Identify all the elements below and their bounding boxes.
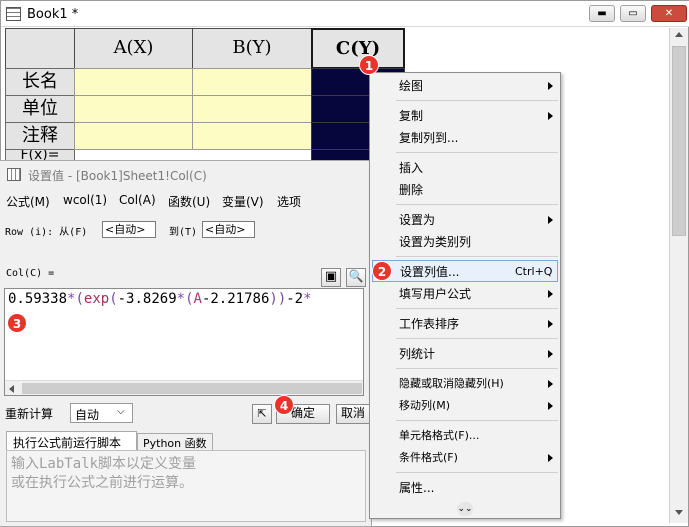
row-to-input[interactable]: <自动> (202, 221, 255, 238)
step-badge-4: 4 (274, 395, 294, 415)
submenu-arrow-icon (548, 290, 553, 298)
menu-options[interactable]: 选项 (277, 193, 301, 210)
formula-token: )) (269, 291, 287, 307)
submenu-arrow-icon (548, 82, 553, 90)
book-title: Book1 * (27, 7, 79, 22)
menu-item-copy-columns-to[interactable]: 复制列到... (370, 127, 560, 149)
menu-item-hide-unhide-columns[interactable]: 隐藏或取消隐藏列(H) (370, 373, 560, 395)
menu-item-plot[interactable]: 绘图 (370, 75, 560, 97)
recalc-label: 重新计算 (5, 407, 54, 421)
formula-token: exp (83, 291, 110, 307)
menu-item-sort-worksheet[interactable]: 工作表排序 (370, 313, 560, 335)
menu-wcol[interactable]: wcol(1) (63, 193, 107, 207)
row-to-label: 到(T) (169, 227, 198, 238)
menu-item-set-as[interactable]: 设置为 (370, 209, 560, 231)
cell-a-longname[interactable] (74, 68, 193, 96)
submenu-arrow-icon (548, 216, 553, 224)
script-placeholder-line1: 输入LabTalk脚本以定义变量 (11, 456, 197, 472)
recalc-select[interactable]: 自动 ⌵ (70, 403, 133, 423)
menu-item-move-column[interactable]: 移动列(M) (370, 395, 560, 417)
menu-col[interactable]: Col(A) (119, 193, 156, 207)
search-icon[interactable]: 🔍 (346, 268, 366, 287)
menu-item-set-as-categorical[interactable]: 设置为类别列 (370, 231, 560, 253)
scroll-down-arrow-icon[interactable] (675, 510, 683, 515)
submenu-arrow-icon (548, 350, 553, 358)
column-header-c[interactable]: C(Y) (311, 28, 405, 69)
formula-editor[interactable]: 0.59338*(exp(-3.8269*(A-2.21786))-2* (4, 288, 364, 396)
worksheet-icon (6, 7, 21, 21)
menu-item-cell-format[interactable]: 单元格格式(F)... (370, 425, 560, 447)
row-from-input[interactable]: <自动> (102, 221, 156, 238)
column-context-menu: 绘图 复制 复制列到... 插入 删除 设置为 设置为类别列 设置列值... Ct… (369, 72, 561, 519)
dialog-icon (7, 168, 21, 181)
row-from-label: Row (i): 从(F) (5, 227, 88, 238)
formula-token: -2.21786 (201, 291, 270, 307)
step-badge-3: 3 (7, 313, 27, 333)
formula-token: ( (75, 291, 84, 307)
submenu-arrow-icon (548, 320, 553, 328)
set-values-dialog: 设置值 - [Book1]Sheet1!Col(C) 公式(M) wcol(1)… (0, 160, 376, 527)
minimize-button[interactable]: ▬ (589, 5, 615, 22)
row-label-comments[interactable]: 注释 (5, 122, 75, 150)
cell-b-longname[interactable] (192, 68, 312, 96)
scroll-left-arrow-icon[interactable] (9, 385, 14, 393)
close-button[interactable]: ✕ (651, 5, 687, 22)
book-title-bar[interactable]: Book1 * ▬ ▭ ✕ (1, 1, 689, 27)
chevron-down-icon: ⌵ (117, 406, 125, 417)
formula-token: -2 (286, 291, 304, 307)
column-header-b[interactable]: B(Y) (192, 28, 312, 69)
cell-a-units[interactable] (74, 95, 193, 123)
formula-token: * (176, 291, 186, 307)
formula-token: * (303, 291, 312, 307)
submenu-arrow-icon (548, 112, 553, 120)
menu-item-insert[interactable]: 插入 (370, 157, 560, 179)
menu-item-column-statistics[interactable]: 列统计 (370, 343, 560, 365)
row-label-units[interactable]: 单位 (5, 95, 75, 123)
step-badge-2: 2 (372, 261, 392, 281)
menu-variables[interactable]: 变量(V) (222, 193, 264, 210)
apply-icon-button[interactable]: ⇱ (252, 404, 272, 424)
cell-b-units[interactable] (192, 95, 312, 123)
formula-token: ( (185, 291, 194, 307)
menu-item-conditional-format[interactable]: 条件格式(F) (370, 447, 560, 469)
tab-python-functions[interactable]: Python 函数 (137, 433, 213, 451)
recalc-value: 自动 (75, 408, 100, 422)
dialog-title: 设置值 - [Book1]Sheet1!Col(C) (28, 169, 207, 183)
menu-item-copy[interactable]: 复制 (370, 105, 560, 127)
save-icon[interactable]: ▣ (321, 268, 341, 287)
scroll-thumb[interactable] (672, 46, 686, 236)
menu-item-fill-user-formula[interactable]: 填写用户公式 (370, 283, 560, 305)
cell-b-comments[interactable] (192, 122, 312, 150)
scroll-up-arrow-icon[interactable] (675, 32, 683, 37)
hscroll-thumb[interactable] (22, 383, 362, 394)
col-formula-label: Col(C) = (6, 268, 55, 279)
cell-a-comments[interactable] (74, 122, 193, 150)
menu-item-set-column-values[interactable]: 设置列值... Ctrl+Q (372, 260, 558, 282)
script-textarea[interactable]: 输入LabTalk脚本以定义变量 或在执行公式之前进行运算。 (6, 450, 366, 522)
corner-cell[interactable] (5, 28, 75, 69)
formula-token: ( (109, 291, 118, 307)
submenu-arrow-icon (548, 402, 553, 410)
shortcut-label: Ctrl+Q (515, 265, 553, 278)
step-badge-1: 1 (359, 55, 379, 75)
menu-formula[interactable]: 公式(M) (6, 193, 50, 210)
tab-before-script[interactable]: 执行公式前运行脚本 (6, 431, 137, 451)
formula-token: A (193, 291, 202, 307)
script-placeholder-line2: 或在执行公式之前进行运算。 (11, 475, 193, 491)
formula-text[interactable]: 0.59338*(exp(-3.8269*(A-2.21786))-2* (8, 291, 312, 307)
submenu-arrow-icon (548, 380, 553, 388)
vertical-scrollbar[interactable] (669, 28, 688, 523)
horizontal-scrollbar[interactable] (5, 380, 363, 395)
menu-functions[interactable]: 函数(U) (168, 193, 210, 210)
menu-item-delete[interactable]: 删除 (370, 179, 560, 201)
double-chevron-down-icon[interactable]: ⌄⌄ (457, 502, 473, 516)
menu-item-properties[interactable]: 属性... (370, 477, 560, 499)
maximize-button[interactable]: ▭ (620, 5, 646, 22)
column-header-a[interactable]: A(X) (74, 28, 193, 69)
submenu-arrow-icon (548, 454, 553, 462)
formula-token: 0.59338 (8, 291, 68, 307)
row-label-longname[interactable]: 长名 (5, 68, 75, 96)
formula-token: -3.8269 (117, 291, 177, 307)
